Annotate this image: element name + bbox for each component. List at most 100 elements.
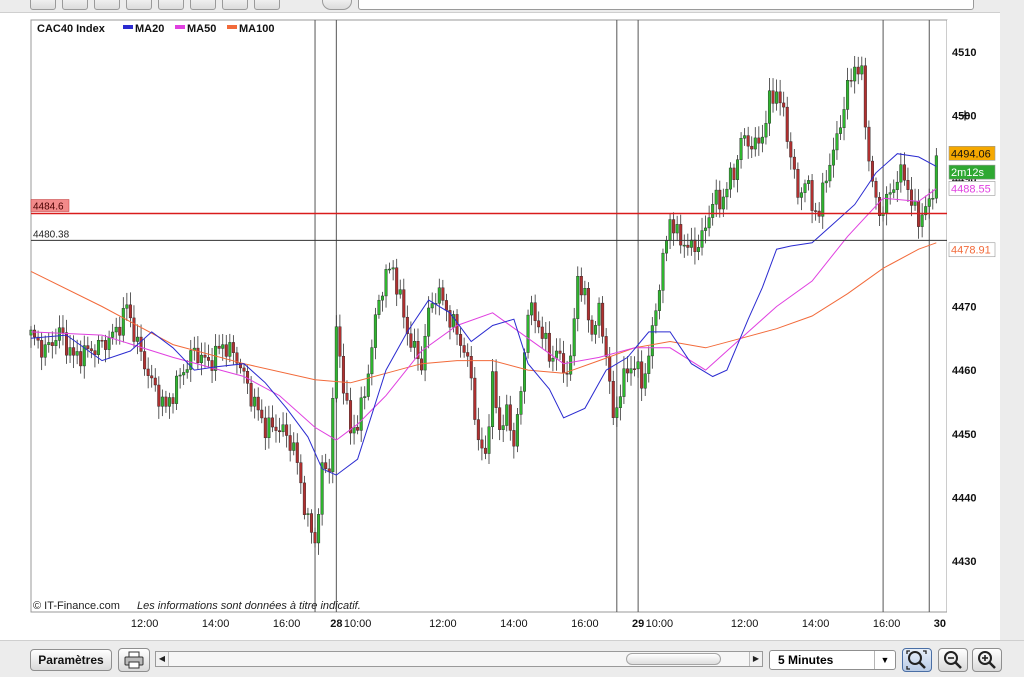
bottom-toolbar: Paramètres ◀ ▶ 5 Minutes ▼ xyxy=(0,640,1024,677)
scroll-thumb[interactable] xyxy=(626,653,721,665)
candle-body xyxy=(803,183,807,193)
candle-body xyxy=(210,360,214,371)
candle-body xyxy=(856,66,860,75)
candle-body xyxy=(885,193,889,214)
candle-body xyxy=(494,371,498,408)
candle-body xyxy=(523,352,527,392)
zoom-fit-icon xyxy=(906,650,927,670)
scroll-left-icon[interactable]: ◀ xyxy=(156,652,169,666)
candle-body xyxy=(700,230,704,248)
chart[interactable]: 4510450044904470446044504440443012:00 14:… xyxy=(0,12,1024,640)
toolbar-button[interactable] xyxy=(62,0,88,10)
toolbar-button[interactable] xyxy=(254,0,280,10)
candle-body xyxy=(540,326,544,339)
candle-body xyxy=(512,430,516,447)
zoom-fit-button[interactable] xyxy=(902,648,932,672)
candle-body xyxy=(665,240,669,254)
candle-body xyxy=(728,167,732,190)
candle-body xyxy=(590,319,594,335)
toolbar-button[interactable] xyxy=(222,0,248,10)
candle-body xyxy=(814,210,818,212)
candle-body xyxy=(739,138,743,160)
candle-body xyxy=(345,392,349,401)
toolbar-button[interactable] xyxy=(158,0,184,10)
candle-body xyxy=(895,181,899,190)
candle-body xyxy=(743,135,747,139)
candle-body xyxy=(72,347,76,356)
candle-body xyxy=(636,361,640,370)
candle-body xyxy=(899,164,903,183)
x-tick-label: 14:00 xyxy=(802,618,830,630)
toolbar-button[interactable] xyxy=(30,0,56,10)
candle-body xyxy=(828,164,832,182)
candle-body xyxy=(760,136,764,144)
price-tag: 2m12s xyxy=(951,167,985,179)
x-tick-label: 14:00 xyxy=(202,618,230,630)
price-tag: 4494.06 xyxy=(951,148,991,160)
candle-body xyxy=(807,180,811,184)
candle-body xyxy=(913,201,917,206)
candle-body xyxy=(473,377,477,420)
candle-body xyxy=(799,192,803,198)
scroll-right-icon[interactable]: ▶ xyxy=(749,652,762,666)
toolbar-button[interactable] xyxy=(126,0,152,10)
x-tick-label: 16:00 xyxy=(273,618,301,630)
disclaimer-note: Les informations sont données à titre in… xyxy=(137,600,361,612)
candle-body xyxy=(796,169,800,198)
candle-body xyxy=(792,156,796,170)
candle-body xyxy=(611,381,615,418)
x-tick-label: 14:00 xyxy=(500,618,528,630)
zoom-in-button[interactable] xyxy=(972,648,1002,672)
candle-body xyxy=(618,396,622,408)
candle-body xyxy=(100,340,104,342)
print-button[interactable] xyxy=(118,648,150,672)
x-tick-label: 29 xyxy=(632,618,644,630)
y-tick-label: 4430 xyxy=(952,556,976,568)
candle-body xyxy=(909,189,913,206)
candle-body xyxy=(29,329,33,336)
candle-body xyxy=(132,317,136,342)
x-tick-label: 28 xyxy=(330,618,342,630)
candle-body xyxy=(40,340,44,358)
candle-body xyxy=(93,350,97,355)
candle-body xyxy=(537,320,541,328)
candle-body xyxy=(185,369,189,373)
parameters-button[interactable]: Paramètres xyxy=(30,649,112,671)
candle-body xyxy=(849,80,853,82)
chart-title: CAC40 Index xyxy=(37,23,106,35)
candle-body xyxy=(501,425,505,430)
candle-body xyxy=(750,145,754,150)
candle-body xyxy=(331,398,335,473)
candle-body xyxy=(320,462,324,515)
candle-body xyxy=(231,342,235,353)
candle-body xyxy=(721,196,725,210)
interval-select[interactable]: 5 Minutes ▼ xyxy=(769,650,896,670)
candle-body xyxy=(437,287,441,304)
candle-body xyxy=(420,358,424,371)
toolbar-round-button[interactable] xyxy=(322,0,352,10)
candle-body xyxy=(302,482,306,515)
candle-body xyxy=(121,308,125,336)
candle-body xyxy=(558,350,562,354)
zoom-out-button[interactable] xyxy=(938,648,968,672)
candle-body xyxy=(370,347,374,375)
zoom-in-icon xyxy=(978,651,996,669)
toolbar-button[interactable] xyxy=(190,0,216,10)
candle-body xyxy=(746,135,750,147)
toolbar-field[interactable] xyxy=(358,0,974,10)
candle-body xyxy=(150,375,154,379)
candle-body xyxy=(388,268,392,271)
toolbar-button[interactable] xyxy=(94,0,120,10)
candle-body xyxy=(594,325,598,335)
candle-body xyxy=(281,424,285,433)
candle-body xyxy=(89,348,93,351)
candle-body xyxy=(68,347,72,356)
candle-body xyxy=(583,288,587,296)
horizontal-scrollbar[interactable]: ◀ ▶ xyxy=(155,651,763,667)
legend-swatch xyxy=(227,25,237,29)
candle-body xyxy=(831,149,835,166)
candle-body xyxy=(498,407,502,430)
zoom-out-icon xyxy=(944,651,962,669)
candle-body xyxy=(718,189,722,210)
candle-body xyxy=(714,189,718,205)
